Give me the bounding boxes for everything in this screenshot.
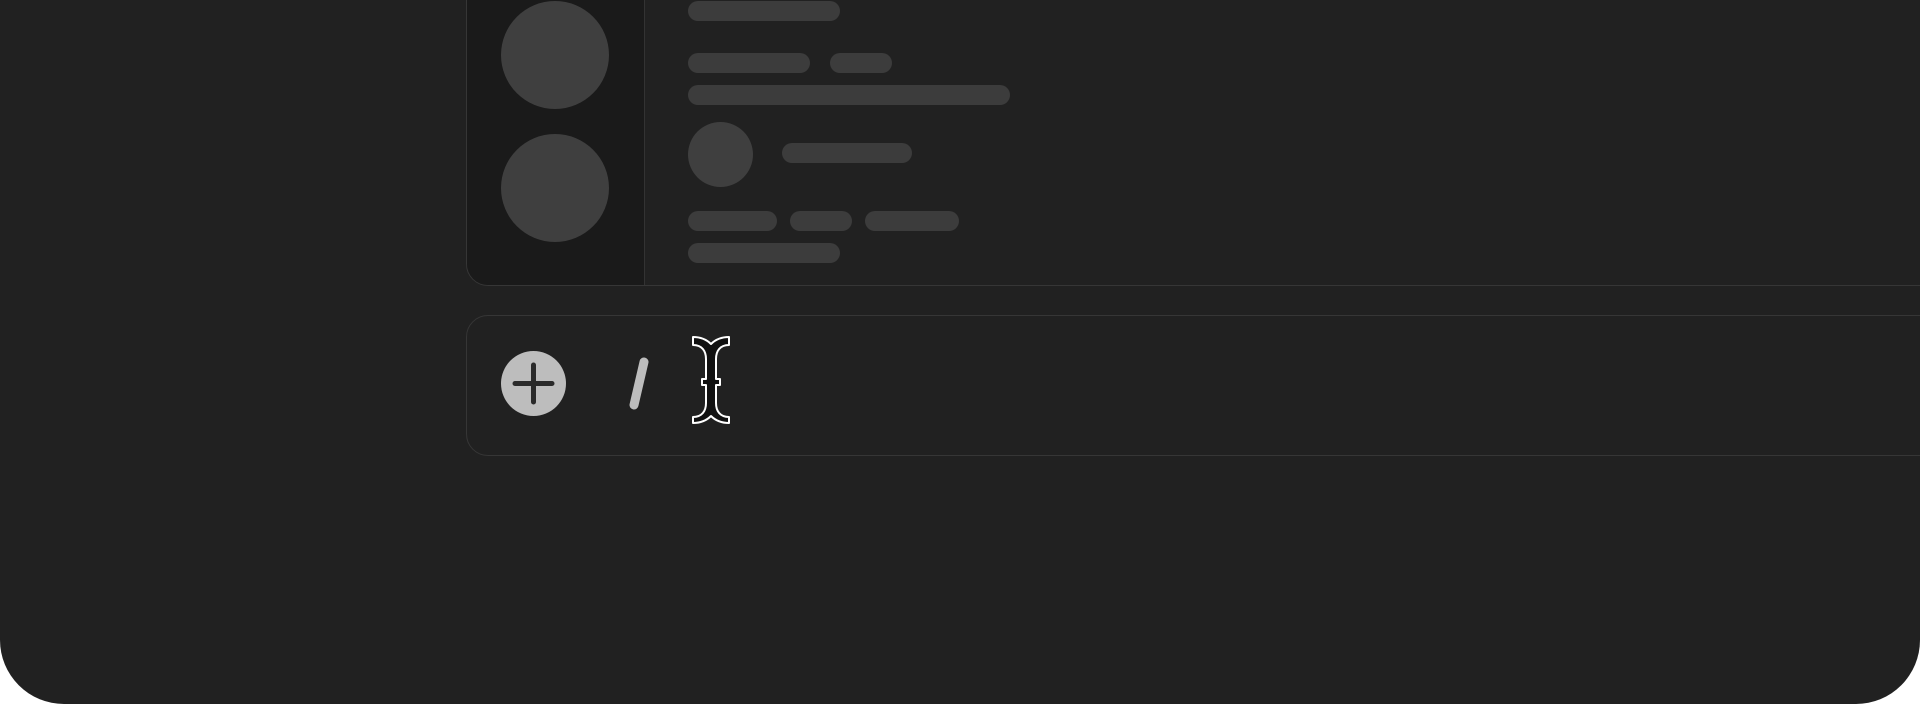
server-avatar[interactable]	[501, 1, 609, 109]
message-text-placeholder	[688, 243, 840, 263]
chat-panel	[466, 0, 1920, 286]
text-cursor-icon	[692, 336, 730, 424]
slash-icon	[629, 357, 649, 410]
add-attachment-button[interactable]	[501, 351, 566, 416]
message-text-placeholder	[688, 85, 1010, 105]
message-text-placeholder	[865, 211, 959, 231]
server-avatar[interactable]	[501, 134, 609, 242]
message-text-placeholder	[790, 211, 852, 231]
message-author-placeholder	[688, 53, 810, 73]
server-rail	[467, 0, 645, 285]
message-timestamp-placeholder	[830, 53, 892, 73]
user-avatar[interactable]	[688, 122, 753, 187]
message-author-placeholder	[782, 143, 912, 163]
message-text-placeholder	[688, 211, 777, 231]
app-window	[0, 0, 1920, 704]
message-composer	[466, 315, 1920, 456]
plus-icon	[512, 362, 555, 405]
message-input[interactable]	[717, 346, 1901, 428]
message-text-placeholder	[688, 1, 840, 21]
